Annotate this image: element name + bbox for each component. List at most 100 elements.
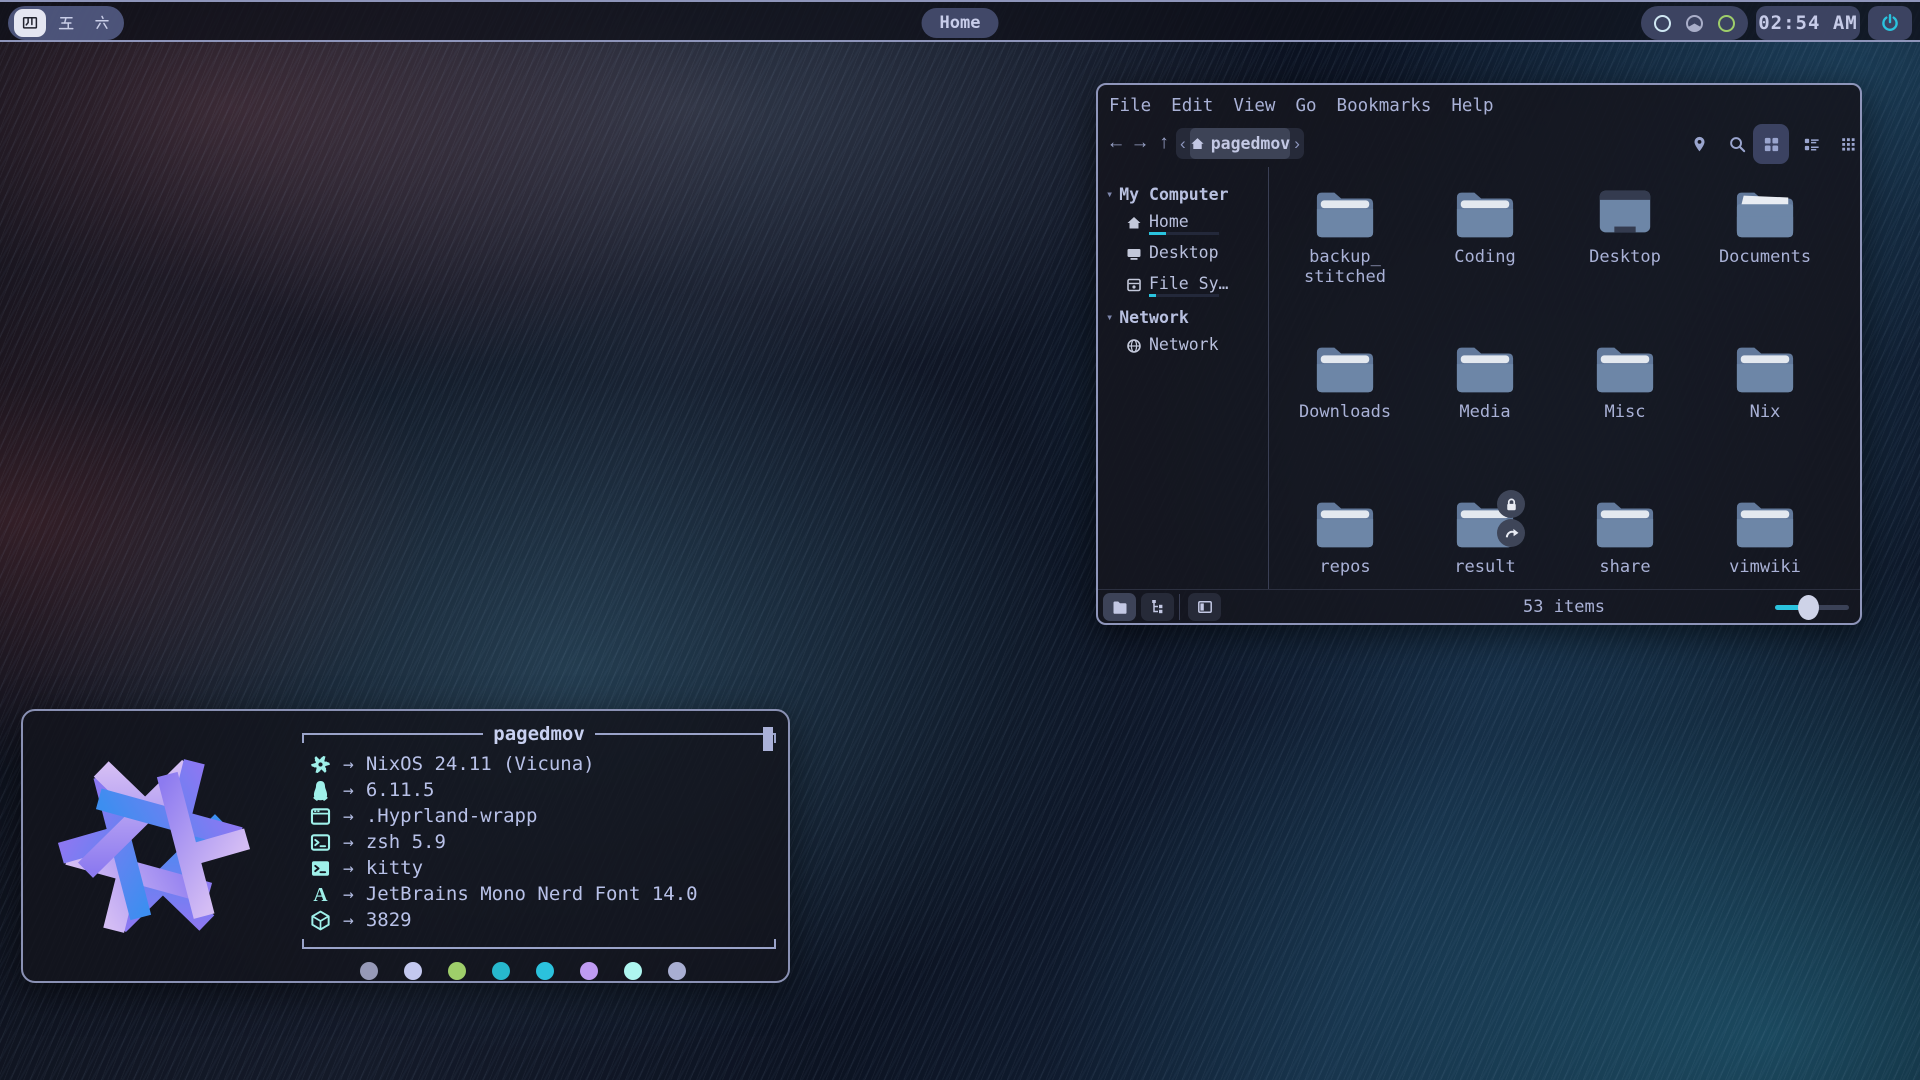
terminal-cursor — [763, 727, 773, 751]
folder-item-backup_stitched[interactable]: backup_stitched — [1275, 180, 1415, 335]
back-button[interactable]: ← — [1104, 126, 1128, 160]
item-count: 53 items — [1268, 590, 1860, 624]
arrow-icon: → — [343, 858, 354, 879]
list-view-button[interactable] — [1798, 131, 1824, 157]
status-indicators-module — [1641, 6, 1748, 40]
workspace-glyph-icon — [93, 14, 111, 32]
workspace-glyph-icon — [57, 14, 75, 32]
fetch-row: → 3829 — [302, 907, 776, 933]
tree-view-toggle[interactable] — [1141, 593, 1174, 621]
compact-view-icon — [1839, 135, 1858, 154]
fetch-row-value: kitty — [366, 857, 423, 879]
path-segment-current[interactable]: pagedmov — [1190, 128, 1290, 159]
zoom-slider[interactable] — [1775, 598, 1849, 616]
nixos-logo — [47, 739, 261, 953]
palette-dot — [624, 962, 642, 980]
home-icon — [1190, 136, 1205, 151]
file-manager-window: File Edit View Go Bookmarks Help ← → ↑ ‹ page… — [1096, 83, 1862, 625]
palette-dot — [448, 962, 466, 980]
active-window-title: Home — [922, 8, 999, 38]
fetch-row-value: zsh 5.9 — [366, 831, 446, 853]
folder-icon — [1454, 342, 1516, 394]
up-button[interactable]: ↑ — [1152, 126, 1176, 160]
sidebar-section: ▾ Network Network — [1106, 302, 1268, 363]
folder-item-Downloads[interactable]: Downloads — [1275, 335, 1415, 490]
folder-item-Media[interactable]: Media — [1415, 335, 1555, 490]
sidebar-item-home[interactable]: Home — [1126, 209, 1268, 240]
indicator-circle-2[interactable] — [1685, 14, 1704, 33]
folder-label: Downloads — [1299, 402, 1391, 422]
folder-label: vimwiki — [1729, 557, 1801, 577]
path-scroll-right[interactable]: › — [1290, 134, 1304, 154]
folder-item-Misc[interactable]: Misc — [1555, 335, 1695, 490]
sidebar-item-icon — [1126, 215, 1142, 231]
show-files-toggle[interactable] — [1103, 593, 1136, 621]
palette-dot — [668, 962, 686, 980]
workspace-button-六[interactable] — [86, 9, 118, 37]
workspace-button-五[interactable] — [50, 9, 82, 37]
search-button[interactable] — [1724, 131, 1750, 157]
hostname: pagedmov — [483, 723, 595, 745]
folder-label: Nix — [1750, 402, 1781, 422]
fetch-row: → NixOS 24.11 (Vicuna) — [302, 751, 776, 777]
indicator-circle-1[interactable] — [1653, 14, 1672, 33]
menu-item-help[interactable]: Help — [1448, 94, 1496, 118]
zoom-slider-thumb[interactable] — [1798, 595, 1819, 620]
folder-item-Documents[interactable]: Documents — [1695, 180, 1835, 335]
places-pin-button[interactable] — [1686, 131, 1712, 157]
fetch-row-icon — [310, 858, 331, 879]
desktop: { "colors": { "accent_cyan": "#2ac3de", … — [0, 0, 1920, 1080]
sidebar-section-label: Network — [1119, 308, 1189, 327]
workspace-glyph-icon — [21, 14, 39, 32]
sidebar-item-filesy[interactable]: File Sy… — [1126, 271, 1268, 302]
workspace-button-四[interactable] — [14, 9, 46, 37]
menu-item-edit[interactable]: Edit — [1168, 94, 1216, 118]
folder-label: repos — [1319, 557, 1370, 577]
arrow-icon: → — [343, 910, 354, 931]
power-icon — [1879, 12, 1901, 34]
indicator-circle-3[interactable] — [1717, 14, 1736, 33]
search-icon — [1728, 135, 1747, 154]
status-bar: 53 items — [1098, 589, 1860, 623]
fastfetch-output: pagedmov → NixOS 24.11 (Vicuna) → 6.11.5… — [302, 725, 776, 980]
folder-item-Coding[interactable]: Coding — [1415, 180, 1555, 335]
menu-item-file[interactable]: File — [1106, 94, 1154, 118]
sidebar-divider — [1268, 167, 1269, 589]
side-pane-toggle[interactable] — [1188, 593, 1221, 621]
folder-icon — [1454, 187, 1516, 239]
sidebar-section-header[interactable]: ▾ Network — [1106, 302, 1268, 332]
path-bar: ‹ pagedmov › — [1176, 128, 1304, 159]
sidebar-item-icon — [1126, 246, 1142, 262]
tree-icon — [1150, 599, 1166, 615]
lock-emblem-icon — [1497, 490, 1525, 518]
folder-item-Desktop[interactable]: Desktop — [1555, 180, 1695, 335]
grid-view-icon — [1762, 135, 1781, 154]
sidebar-section-header[interactable]: ▾ My Computer — [1106, 179, 1268, 209]
forward-button[interactable]: → — [1128, 126, 1152, 160]
folder-icon — [1314, 187, 1376, 239]
menu-bar: File Edit View Go Bookmarks Help — [1098, 85, 1860, 122]
menu-item-bookmarks[interactable]: Bookmarks — [1334, 94, 1435, 118]
sidebar-item-network[interactable]: Network — [1126, 332, 1268, 363]
folder-icon — [1594, 497, 1656, 549]
folder-item-Nix[interactable]: Nix — [1695, 335, 1835, 490]
fetch-header: pagedmov — [302, 725, 776, 751]
menu-item-go[interactable]: Go — [1292, 94, 1319, 118]
folder-icon — [1594, 342, 1656, 394]
folder-icon — [1734, 342, 1796, 394]
icon-view-button[interactable] — [1758, 131, 1784, 157]
power-button[interactable] — [1868, 6, 1912, 40]
fetch-row: → JetBrains Mono Nerd Font 14.0 — [302, 881, 776, 907]
fetch-row-icon — [310, 910, 331, 931]
folder-label: Desktop — [1589, 247, 1661, 267]
path-scroll-left[interactable]: ‹ — [1176, 134, 1190, 154]
compact-view-button[interactable] — [1835, 131, 1861, 157]
toolbar: ← → ↑ ‹ pagedmov › — [1098, 122, 1860, 166]
terminal-window: pagedmov → NixOS 24.11 (Vicuna) → 6.11.5… — [21, 709, 790, 983]
folder-icon — [1314, 497, 1376, 549]
fetch-row-icon — [310, 754, 331, 775]
sidebar-item-label: File Sy… — [1149, 275, 1228, 293]
path-segment-label: pagedmov — [1211, 134, 1290, 153]
sidebar-item-desktop[interactable]: Desktop — [1126, 240, 1268, 271]
menu-item-view[interactable]: View — [1230, 94, 1278, 118]
